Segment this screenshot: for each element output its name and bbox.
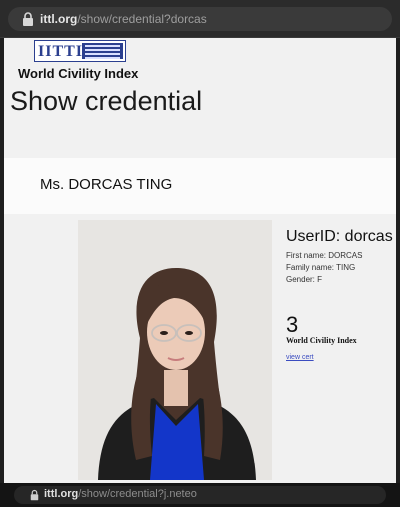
family-name: Family name: TING: [286, 263, 356, 272]
lock-icon: [30, 489, 39, 501]
url-host: ittl.org: [40, 12, 78, 26]
person-name: Ms. DORCAS TING: [40, 176, 173, 193]
civility-count-label: World Civility Index: [286, 336, 357, 345]
logo-mark: IITTI: [38, 43, 84, 60]
bottom-url-path: /show/credential?j.neteo: [78, 488, 197, 500]
civility-count: 3: [286, 312, 299, 337]
gender: Gender: F: [286, 275, 323, 284]
page-title: Show credential: [10, 86, 203, 116]
logo-tagline-block: [82, 43, 123, 59]
profile-photo: [78, 220, 272, 480]
bottom-url-text[interactable]: ittl.org/show/credential?j.neteo: [44, 488, 197, 500]
url-text[interactable]: ittl.org/show/credential?dorcas: [40, 12, 207, 26]
user-id: UserID: dorcas: [286, 228, 393, 245]
first-name: First name: DORCAS: [286, 251, 363, 260]
brand-name: World Civility Index: [18, 66, 139, 81]
lock-icon: [23, 12, 33, 26]
url-path: /show/credential?dorcas: [77, 12, 207, 26]
browser-bottom-bar: ittl.org/show/credential?j.neteo: [0, 483, 400, 507]
site-logo[interactable]: IITTI: [34, 40, 126, 62]
browser-address-bar: ittl.org/show/credential?dorcas: [0, 0, 400, 38]
bottom-url-host: ittl.org: [44, 488, 79, 500]
web-page: IITTI World Civility Index Show credenti…: [4, 38, 396, 483]
view-cert-link[interactable]: view cert: [286, 354, 314, 361]
